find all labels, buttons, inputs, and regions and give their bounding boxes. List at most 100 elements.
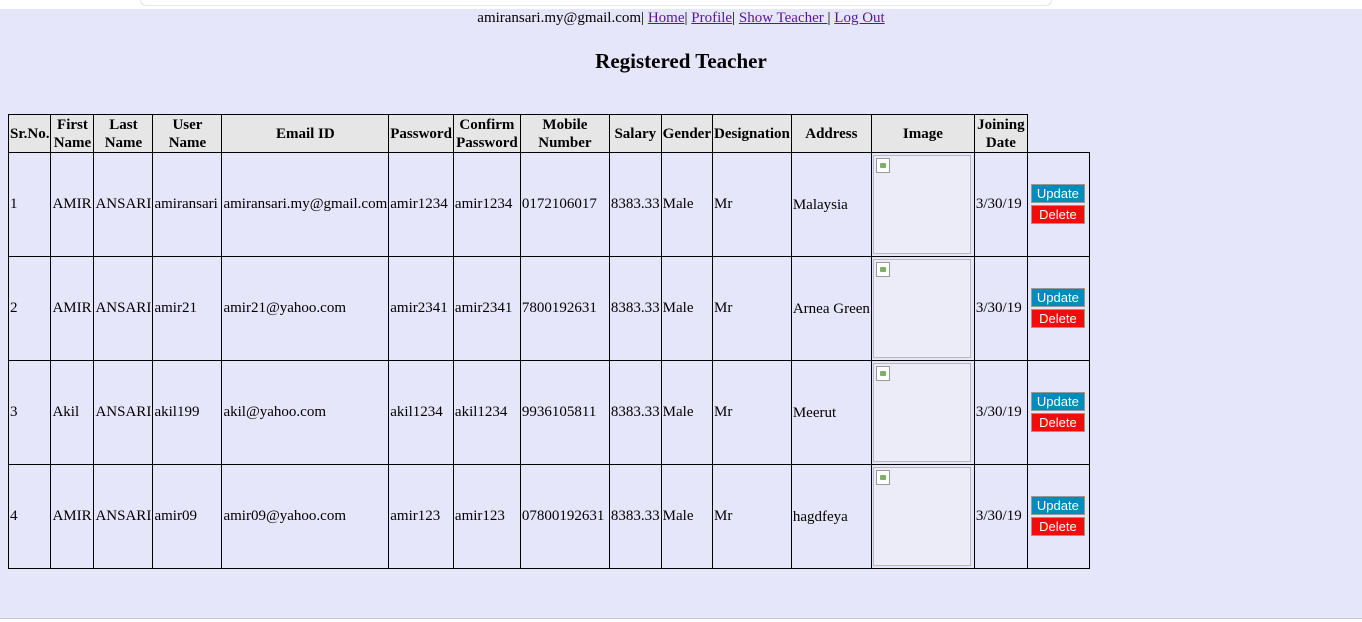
cell-last-name: ANSARI (93, 152, 154, 257)
update-button[interactable]: Update (1030, 495, 1085, 515)
col-last-name: Last Name (93, 114, 154, 153)
cell-email: amir09@yahoo.com (221, 464, 390, 569)
cell-user-name: akil199 (152, 360, 223, 465)
logout-link[interactable]: Log Out (834, 10, 884, 26)
cell-gender: Male (660, 152, 714, 257)
delete-button[interactable]: Delete (1030, 412, 1085, 432)
cell-mobile: 07800192631 (519, 464, 610, 569)
show-teacher-link[interactable]: Show Teacher (739, 10, 828, 26)
user-email: amiransari.my@gmail.com (477, 10, 642, 26)
delete-button[interactable]: Delete (1030, 516, 1085, 536)
browser-top-strip (0, 0, 1362, 9)
cell-gender: Male (660, 360, 714, 465)
col-salary: Salary (608, 114, 662, 153)
col-address: Address (790, 114, 872, 153)
col-email: Email ID (221, 114, 390, 153)
col-first-name: First Name (50, 114, 95, 153)
cell-first-name: AMIR (50, 256, 95, 361)
cell-address: hagdfeya (790, 464, 872, 569)
cell-mobile: 7800192631 (519, 256, 610, 361)
cell-sr-no: 2 (7, 256, 52, 361)
cell-last-name: ANSARI (93, 360, 154, 465)
cell-first-name: Akil (50, 360, 95, 465)
cell-password: amir123 (388, 464, 454, 569)
top-nav: amiransari.my@gmail.com| Home| Profile| … (477, 10, 885, 26)
cell-actions: Update Delete (1026, 152, 1091, 257)
col-password: Password (388, 114, 454, 153)
cell-user-name: amir09 (152, 464, 223, 569)
cell-designation: Mr (712, 464, 792, 569)
cell-designation: Mr (712, 360, 792, 465)
cell-first-name: AMIR (50, 152, 95, 257)
cell-image (870, 152, 975, 257)
cell-designation: Mr (712, 152, 792, 257)
table-row: 2 AMIR ANSARI amir21 amir21@yahoo.com amir234… (7, 256, 1091, 361)
col-sr-no: Sr.No. (7, 114, 52, 153)
cell-gender: Male (660, 464, 714, 569)
teacher-photo (872, 155, 971, 254)
cell-email: amir21@yahoo.com (221, 256, 390, 361)
cell-joining-date: 3/30/19 (973, 360, 1028, 465)
broken-image-icon (875, 158, 890, 173)
cell-actions: Update Delete (1026, 360, 1091, 465)
col-confirm-password: Confirm Password (452, 114, 521, 153)
teacher-table: Sr.No. First Name Last Name User Name Em… (7, 114, 1091, 569)
col-mobile-number: Mobile Number (519, 114, 610, 153)
cell-confirm-password: akil1234 (452, 360, 521, 465)
cell-password: akil1234 (388, 360, 454, 465)
cell-designation: Mr (712, 256, 792, 361)
col-image: Image (870, 114, 975, 153)
cell-first-name: AMIR (50, 464, 95, 569)
cell-joining-date: 3/30/19 (973, 256, 1028, 361)
broken-image-icon (875, 262, 890, 277)
cell-joining-date: 3/30/19 (973, 152, 1028, 257)
cell-image (870, 360, 975, 465)
table-header-row: Sr.No. First Name Last Name User Name Em… (7, 114, 1090, 153)
page-title: Registered Teacher (595, 49, 767, 73)
cell-confirm-password: amir1234 (452, 152, 521, 257)
home-link[interactable]: Home (648, 10, 685, 26)
cell-sr-no: 3 (7, 360, 52, 465)
cell-salary: 8383.33 (608, 256, 662, 361)
update-button[interactable]: Update (1030, 287, 1085, 307)
update-button[interactable]: Update (1030, 183, 1085, 203)
broken-image-icon (875, 470, 890, 485)
cell-password: amir1234 (388, 152, 454, 257)
cell-mobile: 0172106017 (519, 152, 610, 257)
cell-actions: Update Delete (1026, 256, 1091, 361)
cell-last-name: ANSARI (93, 256, 154, 361)
cell-address: Meerut (790, 360, 872, 465)
cell-email: amiransari.my@gmail.com (221, 152, 390, 257)
profile-link[interactable]: Profile (691, 10, 732, 26)
table-body: 1 AMIR ANSARI amiransari amiransari.my@gmail… (7, 152, 1091, 569)
cell-confirm-password: amir123 (452, 464, 521, 569)
cell-salary: 8383.33 (608, 152, 662, 257)
col-designation: Designation (712, 114, 792, 153)
cell-user-name: amiransari (152, 152, 223, 257)
table-row: 3 Akil ANSARI akil199 akil@yahoo.com akil1234… (7, 360, 1091, 465)
broken-image-icon (875, 366, 890, 381)
address-bar-edge (140, 0, 1052, 6)
delete-button[interactable]: Delete (1030, 308, 1085, 328)
cell-password: amir2341 (388, 256, 454, 361)
col-gender: Gender (660, 114, 714, 153)
cell-joining-date: 3/30/19 (973, 464, 1028, 569)
teacher-photo (872, 467, 971, 566)
cell-mobile: 9936105811 (519, 360, 610, 465)
col-actions-blank (1027, 115, 1090, 153)
cell-email: akil@yahoo.com (221, 360, 390, 465)
col-user-name: User Name (152, 114, 223, 153)
cell-sr-no: 1 (7, 152, 52, 257)
cell-image (870, 256, 975, 361)
table-row: 1 AMIR ANSARI amiransari amiransari.my@gmail… (7, 152, 1091, 257)
cell-salary: 8383.33 (608, 360, 662, 465)
cell-image (870, 464, 975, 569)
update-button[interactable]: Update (1030, 391, 1085, 411)
cell-actions: Update Delete (1026, 464, 1091, 569)
table-row: 4 AMIR ANSARI amir09 amir09@yahoo.com amir123… (7, 464, 1091, 569)
cell-salary: 8383.33 (608, 464, 662, 569)
teacher-photo (872, 363, 971, 462)
cell-address: Arnea Green (790, 256, 872, 361)
cell-sr-no: 4 (7, 464, 52, 569)
delete-button[interactable]: Delete (1030, 204, 1085, 224)
